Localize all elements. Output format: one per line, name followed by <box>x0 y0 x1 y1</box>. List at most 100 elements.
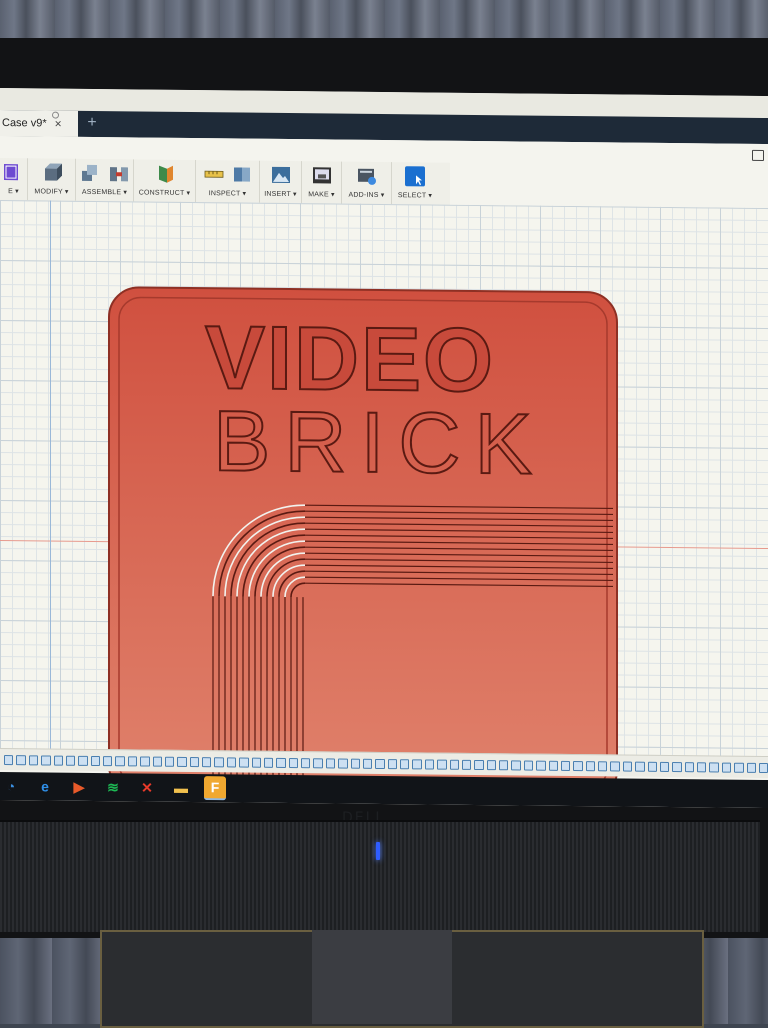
modify-group[interactable]: MODIFY ▾ <box>28 158 76 201</box>
timeline-feature-icon[interactable] <box>90 755 100 766</box>
timeline-feature-icon[interactable] <box>301 757 311 768</box>
timeline-feature-icon[interactable] <box>499 759 509 770</box>
timeline-feature-icon[interactable] <box>548 760 558 771</box>
timeline-feature-icon[interactable] <box>746 762 756 773</box>
timeline-feature-icon[interactable] <box>486 759 496 770</box>
timeline-feature-icon[interactable] <box>313 757 323 768</box>
timeline-feature-icon[interactable] <box>202 756 212 767</box>
timeline-feature-icon[interactable] <box>103 755 113 766</box>
select-group[interactable]: SELECT ▾ <box>392 162 438 204</box>
3d-print-icon[interactable] <box>312 165 332 185</box>
xmind-icon[interactable]: ✕ <box>136 776 158 798</box>
timeline-feature-icon[interactable] <box>536 760 546 771</box>
interference-icon[interactable] <box>232 164 252 184</box>
select-cursor-icon[interactable] <box>405 166 425 187</box>
timeline-feature-icon[interactable] <box>251 757 261 768</box>
video-brick-model[interactable]: VIDEO BRICK <box>105 283 625 808</box>
scripts-addins-icon[interactable] <box>357 166 377 186</box>
timeline-feature-icon[interactable] <box>276 757 286 768</box>
timeline-feature-icon[interactable] <box>511 759 521 770</box>
timeline-feature-icon[interactable] <box>412 758 422 769</box>
design-canvas[interactable]: VIDEO BRICK <box>0 200 768 802</box>
create-sketch-icon[interactable] <box>3 162 24 182</box>
timeline-feature-icon[interactable] <box>338 758 348 769</box>
spotify-icon[interactable]: ≋ <box>102 776 124 798</box>
comments-icon[interactable] <box>752 149 764 162</box>
search-icon[interactable]: ◔ <box>0 775 22 797</box>
inspect-group[interactable]: INSPECT ▾ <box>196 160 260 203</box>
power-led <box>376 842 380 860</box>
timeline-feature-icon[interactable] <box>721 762 732 773</box>
timeline-feature-icon[interactable] <box>115 755 125 766</box>
timeline-feature-icon[interactable] <box>226 756 237 767</box>
timeline-feature-icon[interactable] <box>709 761 719 773</box>
timeline-feature-icon[interactable] <box>437 759 447 770</box>
timeline-feature-icon[interactable] <box>424 758 435 770</box>
timeline-feature-icon[interactable] <box>647 761 657 772</box>
select-group-label: SELECT ▾ <box>397 192 433 200</box>
new-tab-icon[interactable]: + <box>84 114 100 131</box>
timeline-feature-icon[interactable] <box>28 754 39 765</box>
timeline-feature-icon[interactable] <box>177 756 187 767</box>
construct-group[interactable]: CONSTRUCT ▾ <box>134 159 196 203</box>
close-tab-icon[interactable]: × <box>55 117 62 131</box>
fusion-icon[interactable]: F <box>204 776 226 801</box>
media-player-icon[interactable]: ▶ <box>68 776 90 798</box>
timeline-feature-icon[interactable] <box>127 755 138 766</box>
timeline-feature-icon[interactable] <box>140 755 150 767</box>
timeline-feature-icon[interactable] <box>449 759 459 770</box>
timeline-feature-icon[interactable] <box>239 757 249 768</box>
insert-group[interactable]: INSERT ▾ <box>260 160 302 204</box>
file-explorer-icon[interactable]: ▬ <box>170 777 192 799</box>
offset-plane-icon[interactable] <box>155 164 175 184</box>
inspect-group-label: INSPECT ▾ <box>208 190 247 198</box>
timeline-feature-icon[interactable] <box>53 755 63 766</box>
timeline-feature-icon[interactable] <box>585 760 595 771</box>
timeline-feature-icon[interactable] <box>152 756 162 767</box>
timeline-feature-icon[interactable] <box>758 762 768 773</box>
timeline-feature-icon[interactable] <box>400 758 410 769</box>
timeline-feature-icon[interactable] <box>375 758 385 769</box>
timeline-feature-icon[interactable] <box>41 754 51 766</box>
assemble-group[interactable]: ASSEMBLE ▾ <box>76 158 134 202</box>
timeline-feature-icon[interactable] <box>523 759 534 771</box>
timeline-feature-icon[interactable] <box>4 754 14 765</box>
timeline-feature-icon[interactable] <box>560 760 571 771</box>
timeline-feature-icon[interactable] <box>65 755 76 766</box>
timeline-feature-icon[interactable] <box>573 760 583 771</box>
timeline-feature-icon[interactable] <box>189 756 199 767</box>
new-component-icon[interactable] <box>81 163 101 183</box>
timeline-feature-icon[interactable] <box>288 757 298 768</box>
timeline-feature-icon[interactable] <box>610 760 620 771</box>
add-ins-group[interactable]: ADD-INS ▾ <box>342 161 392 205</box>
timeline-feature-icon[interactable] <box>350 758 360 769</box>
timeline-feature-icon[interactable] <box>684 761 694 772</box>
press-pull-icon[interactable] <box>42 162 62 182</box>
timeline-feature-icon[interactable] <box>16 754 26 765</box>
make-group[interactable]: MAKE ▾ <box>302 161 342 204</box>
timeline-feature-icon[interactable] <box>461 759 472 770</box>
timeline-feature-icon[interactable] <box>659 761 670 772</box>
timeline-feature-icon[interactable] <box>362 758 373 769</box>
timeline-feature-icon[interactable] <box>635 761 645 772</box>
joint-icon[interactable] <box>109 163 129 183</box>
edge-icon[interactable]: e <box>34 775 56 797</box>
timeline-feature-icon[interactable] <box>387 758 397 769</box>
timeline-feature-icon[interactable] <box>164 756 175 767</box>
create-group[interactable]: E ▾ <box>0 158 28 201</box>
timeline-feature-icon[interactable] <box>697 761 707 772</box>
timeline-feature-icon[interactable] <box>78 755 88 766</box>
document-tab[interactable]: Case v9* × <box>0 110 78 137</box>
timeline-feature-icon[interactable] <box>672 761 682 772</box>
timeline-feature-icon[interactable] <box>214 756 224 767</box>
timeline-feature-icon[interactable] <box>325 757 336 769</box>
modify-group-label: MODIFY ▾ <box>34 188 69 196</box>
timeline-feature-icon[interactable] <box>474 759 484 770</box>
timeline-feature-icon[interactable] <box>263 757 274 768</box>
make-group-label: MAKE ▾ <box>308 191 335 199</box>
timeline-feature-icon[interactable] <box>622 761 633 772</box>
measure-icon[interactable] <box>204 164 224 184</box>
insert-image-icon[interactable] <box>271 165 291 185</box>
timeline-feature-icon[interactable] <box>734 762 744 773</box>
timeline-feature-icon[interactable] <box>598 760 608 771</box>
